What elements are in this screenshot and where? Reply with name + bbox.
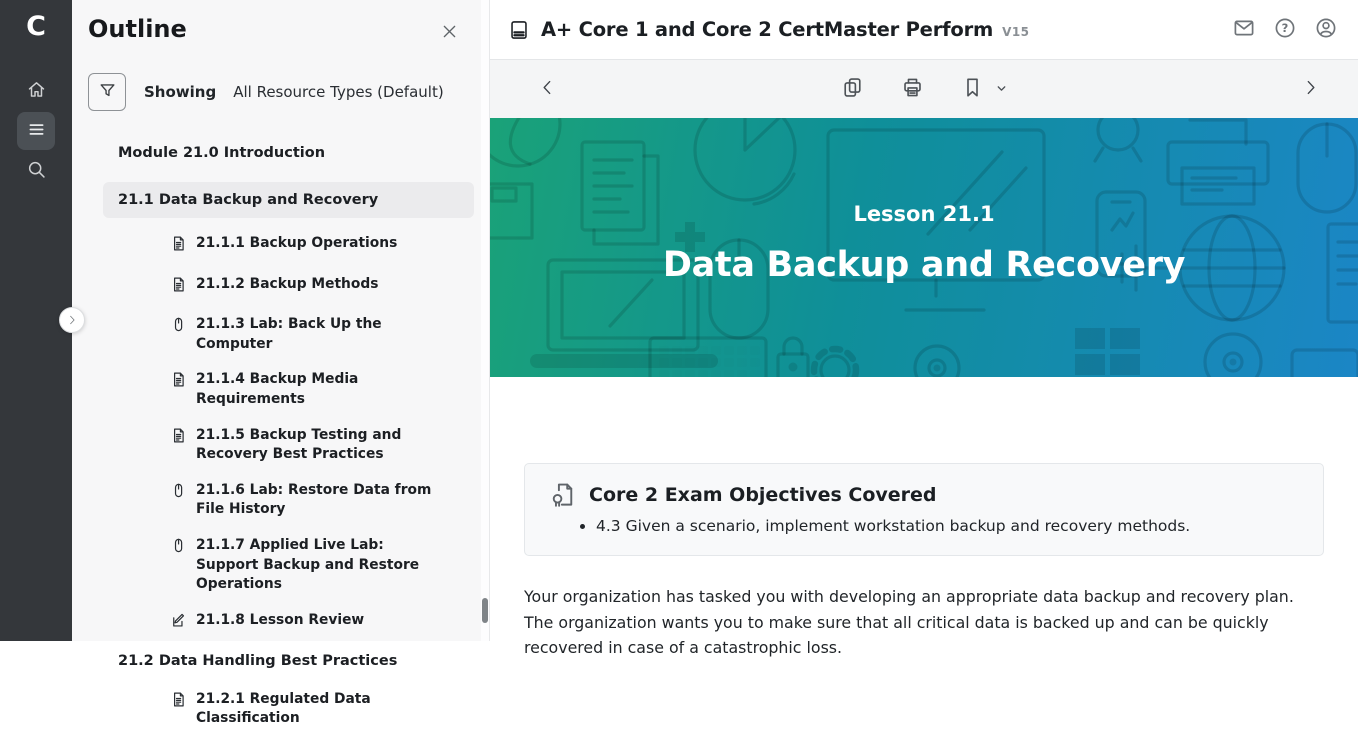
messages-button[interactable] — [1232, 16, 1256, 44]
outline-item[interactable]: 21.2.1 Regulated Data Classification — [170, 690, 440, 729]
bookmark-menu-button[interactable] — [995, 80, 1008, 99]
outline-item-label: 21.1 Data Backup and Recovery — [118, 192, 378, 208]
lesson-hero-banner: Lesson 21.1 Data Backup and Recovery — [490, 118, 1358, 377]
outline-title: Outline — [88, 15, 187, 43]
doc-icon — [170, 371, 187, 409]
mail-icon — [1232, 16, 1256, 44]
outline-item-label: 21.1.5 Backup Testing and Recovery Best … — [196, 426, 440, 465]
account-button[interactable] — [1314, 16, 1338, 44]
lesson-paragraph: Your organization has tasked you with de… — [524, 584, 1324, 661]
outline-item[interactable]: 21.1.8 Lesson Review — [170, 611, 440, 636]
outline-item-label: 21.2.1 Regulated Data Classification — [196, 690, 440, 729]
help-icon — [1273, 16, 1297, 44]
close-outline-button[interactable] — [440, 22, 459, 45]
main-content: A+ Core 1 and Core 2 CertMaster Perform … — [490, 0, 1358, 641]
chevron-right-icon — [66, 311, 78, 330]
outline-item-label: 21.1.8 Lesson Review — [196, 611, 364, 636]
outline-item[interactable]: 21.1.4 Backup Media Requirements — [170, 370, 440, 409]
exam-objectives-box: Core 2 Exam Objectives Covered 4.3 Given… — [524, 463, 1324, 556]
bookmark-icon — [961, 76, 984, 103]
objectives-list: 4.3 Given a scenario, implement workstat… — [596, 517, 1297, 535]
brand-logo: C — [0, 11, 72, 42]
copy-icon — [841, 76, 864, 103]
outline-item[interactable]: 21.1.2 Backup Methods — [170, 275, 440, 300]
outline-item[interactable]: 21.1 Data Backup and Recovery — [103, 182, 474, 219]
outline-item-label: 21.1.2 Backup Methods — [196, 275, 378, 300]
home-icon — [26, 79, 47, 104]
help-button[interactable] — [1273, 16, 1297, 44]
home-button[interactable] — [17, 72, 55, 110]
bookmark-button[interactable] — [961, 76, 984, 103]
filter-icon — [98, 81, 117, 103]
copy-button[interactable] — [841, 76, 864, 103]
lesson-title: Data Backup and Recovery — [490, 245, 1358, 285]
lesson-body: Core 2 Exam Objectives Covered 4.3 Given… — [490, 463, 1358, 661]
objectives-title: Core 2 Exam Objectives Covered — [589, 484, 937, 506]
resource-filter-row: Showing All Resource Types (Default) — [88, 73, 489, 111]
filter-button[interactable] — [88, 73, 126, 111]
search-button[interactable] — [17, 152, 55, 190]
outline-item-label: Module 21.0 Introduction — [118, 145, 325, 161]
outline-item[interactable]: Module 21.0 Introduction — [118, 143, 489, 164]
printer-icon — [901, 76, 924, 103]
doc-icon — [170, 427, 187, 465]
account-icon — [1314, 16, 1338, 44]
outline-item[interactable]: 21.1.3 Lab: Back Up the Computer — [170, 315, 440, 354]
certificate-icon — [549, 481, 576, 508]
outline-item-label: 21.2 Data Handling Best Practices — [118, 653, 397, 669]
chevron-left-icon — [538, 78, 557, 101]
collapse-panel-button[interactable] — [59, 307, 85, 333]
outline-toggle-button[interactable] — [17, 112, 55, 150]
filter-value: All Resource Types (Default) — [233, 83, 443, 101]
outline-item-label: 21.1.1 Backup Operations — [196, 234, 397, 259]
outline-scrollbar[interactable] — [481, 0, 489, 641]
course-header: A+ Core 1 and Core 2 CertMaster Perform … — [490, 0, 1358, 60]
outline-list: Module 21.0 Introduction 21.1 Data Backu… — [72, 143, 489, 729]
outline-item[interactable]: 21.2 Data Handling Best Practices — [118, 651, 489, 672]
course-version-badge: V15 — [1002, 25, 1029, 39]
previous-page-button[interactable] — [538, 60, 557, 118]
doc-icon — [170, 235, 187, 259]
close-icon — [440, 26, 459, 45]
outline-item-label: 21.1.3 Lab: Back Up the Computer — [196, 315, 440, 354]
next-page-button[interactable] — [1301, 60, 1320, 118]
mouse-icon — [170, 537, 187, 595]
search-icon — [26, 159, 47, 184]
outline-item[interactable]: 21.1.6 Lab: Restore Data from File Histo… — [170, 481, 440, 520]
outline-item-label: 21.1.4 Backup Media Requirements — [196, 370, 440, 409]
outline-scrollbar-thumb[interactable] — [482, 598, 488, 623]
chevron-down-icon — [995, 80, 1008, 99]
menu-icon — [26, 119, 47, 144]
outline-item[interactable]: 21.1.5 Backup Testing and Recovery Best … — [170, 426, 440, 465]
edit-icon — [170, 612, 187, 636]
outline-item[interactable]: 21.1.7 Applied Live Lab: Support Backup … — [170, 536, 440, 595]
outline-item-label: 21.1.6 Lab: Restore Data from File Histo… — [196, 481, 440, 520]
outline-item-label: 21.1.7 Applied Live Lab: Support Backup … — [196, 536, 440, 595]
outline-item[interactable]: 21.1.1 Backup Operations — [170, 234, 440, 259]
chevron-right-icon — [1301, 78, 1320, 101]
print-button[interactable] — [901, 76, 924, 103]
mouse-icon — [170, 316, 187, 354]
objective-bullet: 4.3 Given a scenario, implement workstat… — [596, 517, 1297, 535]
mouse-icon — [170, 482, 187, 520]
doc-icon — [170, 276, 187, 300]
outline-panel: Outline Showing All Resource Types (Defa… — [72, 0, 490, 641]
doc-icon — [170, 691, 187, 729]
lesson-number: Lesson 21.1 — [490, 202, 1358, 226]
filter-label: Showing — [144, 83, 216, 101]
page-toolbar — [490, 60, 1358, 118]
course-title: A+ Core 1 and Core 2 CertMaster Perform — [541, 18, 993, 41]
course-book-icon — [508, 19, 530, 41]
